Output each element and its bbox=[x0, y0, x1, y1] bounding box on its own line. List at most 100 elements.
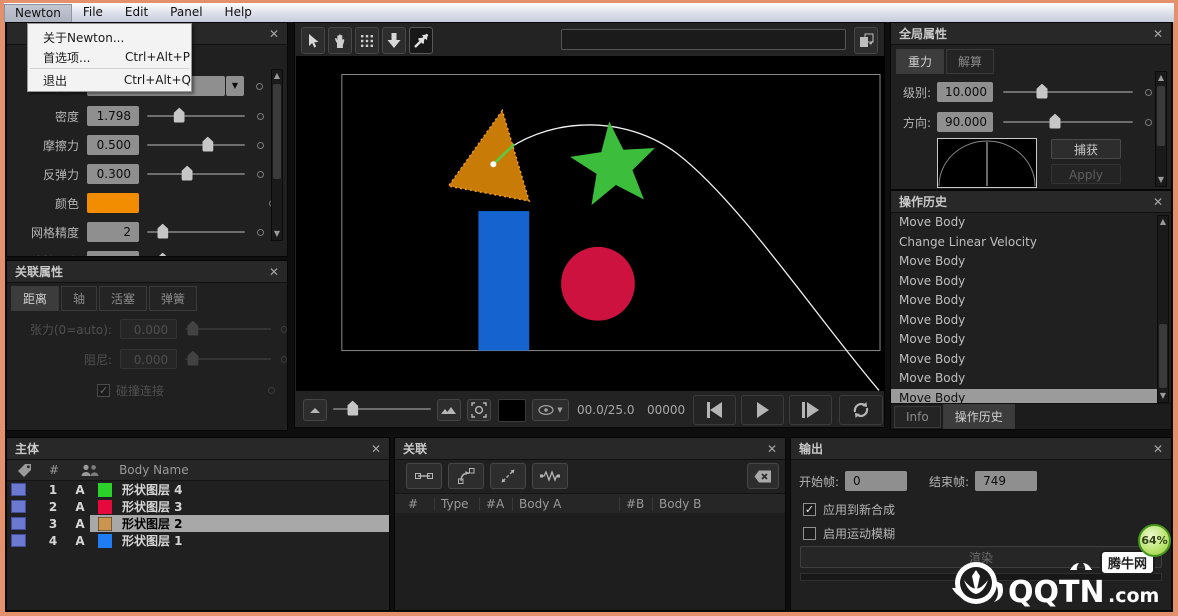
display-mode-dropdown[interactable]: ▼ bbox=[532, 399, 569, 421]
col-joint-num[interactable]: # bbox=[408, 497, 434, 511]
menu-help[interactable]: Help bbox=[214, 3, 263, 22]
linear-velocity-input[interactable]: 0.000 bbox=[87, 251, 139, 257]
menu-file[interactable]: File bbox=[72, 3, 114, 22]
bounce-input[interactable]: 0.300 bbox=[87, 164, 139, 184]
body-row[interactable]: 1 A 形状图层 4 bbox=[7, 481, 389, 498]
tab-spring[interactable]: 弹簧 bbox=[149, 286, 197, 311]
menu-edit[interactable]: Edit bbox=[114, 3, 159, 22]
history-item[interactable]: Move Body bbox=[891, 311, 1157, 331]
color-swatch[interactable] bbox=[87, 193, 139, 213]
delete-joint-button[interactable] bbox=[747, 463, 779, 489]
menu-item-preferences[interactable]: 首选项... Ctrl+Alt+P bbox=[28, 47, 191, 67]
scroll-down-icon[interactable]: ▼ bbox=[1156, 174, 1166, 186]
add-piston-joint-button[interactable] bbox=[490, 463, 526, 489]
keyframe-toggle[interactable] bbox=[1145, 89, 1152, 96]
keyframe-toggle[interactable] bbox=[1145, 119, 1152, 126]
body-type-chip[interactable] bbox=[11, 500, 26, 513]
density-slider[interactable] bbox=[147, 106, 245, 126]
col-body-a-num[interactable]: #A bbox=[479, 497, 512, 511]
add-distance-joint-button[interactable] bbox=[406, 463, 442, 489]
history-item[interactable]: Move Body bbox=[891, 350, 1157, 370]
global-props-scrollbar[interactable]: ▲ ▼ bbox=[1155, 71, 1167, 187]
col-body-name[interactable]: Body Name bbox=[119, 463, 189, 477]
history-item[interactable]: Move Body bbox=[891, 369, 1157, 389]
gravity-direction-widget[interactable] bbox=[937, 138, 1037, 188]
go-to-start-button[interactable] bbox=[693, 395, 736, 425]
history-item[interactable]: Change Linear Velocity bbox=[891, 233, 1157, 253]
pan-tool-button[interactable] bbox=[328, 27, 352, 54]
menu-item-about[interactable]: 关于Newton... bbox=[28, 27, 191, 47]
close-icon[interactable]: ✕ bbox=[1153, 442, 1163, 456]
keyframe-toggle[interactable] bbox=[256, 83, 263, 90]
friction-input[interactable]: 0.500 bbox=[87, 135, 139, 155]
close-icon[interactable]: ✕ bbox=[1153, 195, 1163, 209]
capture-button[interactable]: 捕获 bbox=[1051, 139, 1121, 159]
col-joint-type[interactable]: Type bbox=[434, 497, 479, 511]
scroll-down-icon[interactable]: ▼ bbox=[272, 228, 282, 240]
close-icon[interactable]: ✕ bbox=[767, 442, 777, 456]
start-frame-input[interactable]: 0 bbox=[845, 471, 907, 491]
tab-piston[interactable]: 活塞 bbox=[99, 286, 147, 311]
gravity-direction-slider[interactable] bbox=[1003, 112, 1133, 132]
history-scrollbar[interactable]: ▲ ▼ bbox=[1157, 215, 1169, 403]
menu-item-exit[interactable]: 退出 Ctrl+Alt+Q bbox=[28, 70, 191, 90]
tab-solver[interactable]: 解算 bbox=[946, 49, 994, 74]
body-props-scrollbar[interactable]: ▲ ▼ bbox=[271, 69, 283, 241]
gravity-direction-input[interactable]: 90.000 bbox=[937, 112, 993, 132]
keyframe-toggle[interactable] bbox=[257, 171, 264, 178]
mesh-tool-button[interactable] bbox=[355, 27, 379, 54]
gravity-tool-button[interactable] bbox=[382, 27, 406, 54]
tab-axle[interactable]: 轴 bbox=[61, 286, 97, 311]
history-item[interactable]: Move Body bbox=[891, 330, 1157, 350]
background-color-swatch[interactable] bbox=[498, 399, 526, 422]
col-body-a[interactable]: Body A bbox=[512, 497, 619, 511]
triangle-shape[interactable] bbox=[448, 110, 529, 201]
select-tool-button[interactable] bbox=[301, 27, 325, 54]
linear-velocity-slider[interactable] bbox=[147, 251, 245, 257]
motion-blur-checkbox[interactable] bbox=[803, 527, 816, 540]
fit-view-button[interactable] bbox=[467, 399, 491, 421]
history-item[interactable]: Move Body bbox=[891, 291, 1157, 311]
body-row-selected[interactable]: 3 A 形状图层 2 bbox=[7, 515, 389, 532]
joints-list-empty[interactable] bbox=[395, 513, 785, 610]
zoom-in-button[interactable] bbox=[437, 399, 461, 421]
history-item-selected[interactable]: Move Body bbox=[891, 389, 1157, 405]
tab-history[interactable]: 操作历史 bbox=[943, 404, 1015, 429]
velocity-tool-button[interactable] bbox=[409, 27, 433, 54]
close-icon[interactable]: ✕ bbox=[1153, 27, 1163, 41]
bounce-slider[interactable] bbox=[147, 164, 245, 184]
history-item[interactable]: Move Body bbox=[891, 213, 1157, 233]
keyframe-toggle[interactable] bbox=[257, 142, 264, 149]
apply-to-layer-button[interactable] bbox=[854, 27, 878, 54]
density-input[interactable]: 1.798 bbox=[87, 106, 139, 126]
close-icon[interactable]: ✕ bbox=[269, 27, 279, 41]
body-type-chip[interactable] bbox=[11, 534, 26, 547]
body-type-chip[interactable] bbox=[11, 483, 26, 496]
keyframe-toggle[interactable] bbox=[257, 113, 264, 120]
body-type-chip[interactable] bbox=[11, 517, 26, 530]
apply-new-comp-checkbox[interactable]: ✓ bbox=[803, 503, 816, 516]
loop-button[interactable] bbox=[839, 395, 883, 425]
mesh-precision-slider[interactable] bbox=[147, 222, 245, 242]
mesh-precision-input[interactable]: 2 bbox=[87, 222, 139, 242]
add-pivot-joint-button[interactable] bbox=[448, 463, 484, 489]
gravity-level-input[interactable]: 10.000 bbox=[937, 82, 993, 102]
end-frame-input[interactable]: 749 bbox=[975, 471, 1037, 491]
rectangle-shape[interactable] bbox=[478, 211, 529, 351]
col-body-b[interactable]: Body B bbox=[652, 497, 785, 511]
scroll-up-icon[interactable]: ▲ bbox=[272, 70, 282, 82]
history-item[interactable]: Move Body bbox=[891, 252, 1157, 272]
history-item[interactable]: Move Body bbox=[891, 272, 1157, 292]
tab-gravity[interactable]: 重力 bbox=[896, 49, 944, 74]
menu-panel[interactable]: Panel bbox=[159, 3, 213, 22]
scroll-up-icon[interactable]: ▲ bbox=[1158, 216, 1168, 228]
body-row[interactable]: 4 A 形状图层 1 bbox=[7, 532, 389, 549]
velocity-anchor-dot[interactable] bbox=[490, 161, 496, 167]
col-number[interactable]: # bbox=[49, 463, 59, 477]
scroll-down-icon[interactable]: ▼ bbox=[1158, 390, 1168, 402]
viewport-zoom-slider[interactable] bbox=[333, 399, 431, 419]
add-spring-joint-button[interactable] bbox=[532, 463, 568, 489]
body-row[interactable]: 2 A 形状图层 3 bbox=[7, 498, 389, 515]
expression-input[interactable] bbox=[561, 29, 846, 50]
col-body-b-num[interactable]: #B bbox=[619, 497, 652, 511]
